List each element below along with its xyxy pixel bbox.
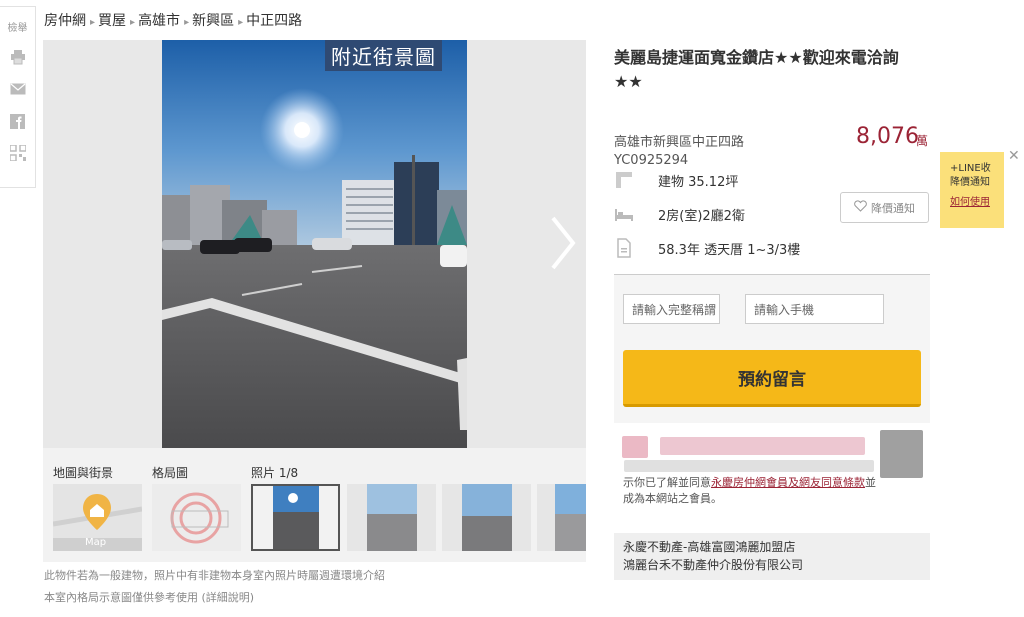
spec-rooms: 2房(室)2廳2衛	[614, 204, 745, 224]
heart-icon	[854, 200, 867, 215]
breadcrumb-item[interactable]: 買屋	[98, 10, 126, 30]
line-notify-box: +LINE收 降價通知 如何使用	[940, 152, 1004, 228]
photo-thumbnail[interactable]	[537, 484, 586, 551]
price-drop-notify-button[interactable]: 降價通知	[840, 192, 929, 223]
reserve-message-button[interactable]: 預約留言	[623, 350, 921, 407]
photo-thumbnail[interactable]	[347, 484, 436, 551]
photo-thumbnail-active[interactable]	[251, 484, 340, 551]
spec-age-floor: 58.3年 透天厝 1~3/3樓	[614, 238, 800, 258]
spec-rooms-text: 2房(室)2廳2衛	[658, 208, 745, 224]
photo-tag: 附近街景圖	[325, 40, 442, 71]
spec-area: 建物 35.12坪	[614, 170, 738, 190]
map-thumbnail[interactable]: Map	[53, 484, 142, 551]
photo-thumbnail[interactable]	[442, 484, 531, 551]
photo-gallery: 附近街景圖	[43, 40, 586, 448]
redacted-qrcode	[880, 430, 923, 478]
how-to-use-link[interactable]: 如何使用	[950, 196, 1000, 210]
name-input[interactable]: 請輸入完整稱謂	[623, 294, 720, 324]
document-icon	[614, 238, 634, 258]
tab-layout[interactable]: 格局圖	[152, 464, 188, 481]
next-arrow-icon[interactable]	[543, 208, 583, 278]
listing-code: YC0925294	[614, 153, 689, 168]
price-unit: 萬	[916, 134, 929, 148]
close-icon[interactable]: ✕	[1008, 148, 1020, 164]
agent-store: 永慶不動產-高雄富國鴻麗加盟店	[623, 540, 796, 554]
breadcrumb-item[interactable]: 房仲網	[44, 10, 86, 30]
mail-icon[interactable]	[9, 80, 27, 98]
facebook-icon[interactable]	[9, 112, 27, 130]
phone-input[interactable]: 請輸入手機	[745, 294, 884, 324]
listing-price: 8,076	[856, 124, 919, 149]
redacted-block	[622, 436, 648, 458]
consent-text: 示你已了解並同意永慶房仲網會員及網友同意條款並成為本網站之會員。	[623, 475, 879, 507]
map-label: Map	[85, 537, 107, 548]
print-icon[interactable]	[9, 48, 27, 66]
photo-note: 此物件若為一般建物，照片中有非建物本身室內照片時屬週遭環境介紹	[44, 569, 385, 582]
breadcrumb-item[interactable]: 中正四路	[246, 10, 302, 30]
redacted-block	[624, 460, 874, 472]
agent-company: 鴻麗台禾不動產仲介股份有限公司	[623, 558, 804, 572]
breadcrumb-separator-icon: ▸	[130, 16, 136, 28]
terms-link[interactable]: 永慶房仲網會員及網友同意條款	[711, 476, 865, 489]
share-sidebar: 檢舉	[0, 6, 36, 188]
layout-thumbnail[interactable]	[152, 484, 241, 551]
tab-photos[interactable]: 照片 1/8	[251, 464, 298, 481]
spec-age-floor-text: 58.3年 透天厝 1~3/3樓	[658, 242, 801, 258]
bed-icon	[614, 204, 634, 224]
redacted-block	[660, 437, 865, 455]
line-box-text2: 降價通知	[950, 177, 990, 188]
breadcrumb-item[interactable]: 高雄市	[138, 10, 180, 30]
main-photo[interactable]	[162, 40, 467, 448]
breadcrumb-item[interactable]: 新興區	[192, 10, 234, 30]
report-link[interactable]: 檢舉	[0, 19, 35, 34]
breadcrumb-separator-icon: ▸	[238, 16, 244, 28]
breadcrumb-separator-icon: ▸	[90, 16, 96, 28]
agent-info: 永慶不動產-高雄富國鴻麗加盟店 鴻麗台禾不動產仲介股份有限公司	[614, 533, 930, 580]
breadcrumb-separator-icon: ▸	[184, 16, 190, 28]
listing-address: 高雄市新興區中正四路	[614, 135, 745, 150]
layout-note[interactable]: 本室內格局示意圖僅供參考使用 (詳細說明)	[44, 589, 254, 605]
tab-map[interactable]: 地圖與街景	[53, 464, 113, 481]
consent-text-part: 示你已了解並同意	[623, 476, 711, 489]
qrcode-icon[interactable]	[9, 144, 27, 162]
area-icon	[614, 170, 634, 190]
line-box-text1: +LINE收	[950, 163, 991, 174]
breadcrumb: 房仲網 ▸ 買屋 ▸ 高雄市 ▸ 新興區 ▸ 中正四路	[44, 10, 302, 30]
spec-area-text: 建物 35.12坪	[658, 174, 739, 190]
listing-title: 美麗島捷運面寬金鑽店★★歡迎來電洽詢★★	[614, 48, 899, 91]
notify-label: 降價通知	[871, 201, 915, 215]
